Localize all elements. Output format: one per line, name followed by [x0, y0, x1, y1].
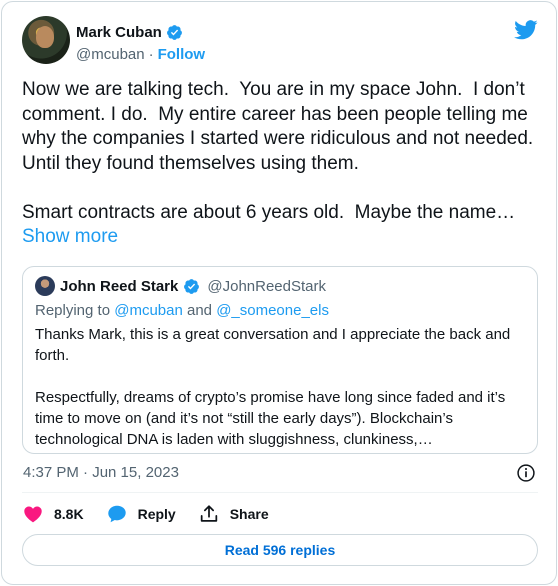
- share-label: Share: [229, 506, 269, 522]
- verified-badge-icon: [184, 278, 200, 294]
- replying-to-prefix: Replying to: [35, 302, 111, 319]
- tweet-timestamp[interactable]: 4:37 PM · Jun 15, 2023: [23, 464, 179, 481]
- quoted-avatar: [35, 276, 55, 296]
- quoted-tweet[interactable]: John Reed Stark @JohnReedStark Replying …: [22, 266, 538, 454]
- quoted-tweet-header: John Reed Stark @JohnReedStark: [35, 276, 326, 296]
- author-handle[interactable]: @mcuban: [76, 46, 145, 63]
- read-replies-button[interactable]: Read 596 replies: [22, 534, 538, 566]
- quoted-tweet-body: Thanks Mark, this is a great conversatio…: [35, 326, 511, 448]
- reply-mention-2[interactable]: @_someone_els: [216, 302, 329, 319]
- action-bar: 8.8K Reply Share: [22, 502, 291, 526]
- reply-label: Reply: [137, 506, 176, 522]
- verified-badge-icon: [166, 25, 182, 40]
- like-count: 8.8K: [54, 506, 84, 522]
- reply-mention-1[interactable]: @mcuban: [114, 302, 183, 319]
- author-name[interactable]: Mark Cuban: [76, 24, 162, 41]
- reply-button[interactable]: Reply: [106, 503, 176, 525]
- tweet-body: Now we are talking tech. You are in my s…: [22, 79, 534, 223]
- avatar[interactable]: [22, 16, 70, 64]
- show-more-link[interactable]: Show more: [22, 226, 118, 247]
- quoted-author-name: John Reed Stark: [60, 277, 179, 295]
- share-button[interactable]: Share: [198, 503, 269, 525]
- tweet-text: Now we are talking tech. You are in my s…: [22, 78, 542, 250]
- info-icon[interactable]: [516, 463, 536, 483]
- share-icon: [200, 505, 217, 522]
- twitter-bird-icon[interactable]: [514, 20, 538, 40]
- heart-icon: [24, 506, 42, 523]
- author-name-row: Mark Cuban: [76, 24, 183, 41]
- follow-button[interactable]: Follow: [158, 46, 206, 63]
- replying-to-and: and: [186, 302, 213, 319]
- reply-bubble-icon: [107, 505, 126, 523]
- author-handle-row: @mcuban · Follow: [76, 46, 205, 63]
- replying-to-line: Replying to @mcuban and @_someone_els: [35, 302, 329, 319]
- separator-dot: ·: [148, 46, 154, 63]
- like-button[interactable]: 8.8K: [22, 503, 84, 525]
- divider: [22, 492, 538, 493]
- tweet-card: Mark Cuban @mcuban · Follow Now we are t…: [1, 1, 557, 585]
- quoted-author-handle: @JohnReedStark: [207, 277, 326, 295]
- tweet-header: Mark Cuban @mcuban · Follow: [22, 16, 538, 66]
